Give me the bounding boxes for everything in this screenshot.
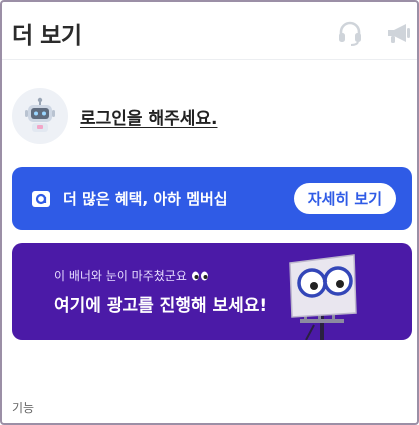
ad-title: 여기에 광고를 진행해 보세요! [54, 296, 268, 316]
membership-logo-icon [32, 190, 50, 207]
billboard-glasses-icon [289, 254, 357, 340]
page-title: 더 보기 [12, 23, 82, 49]
membership-banner[interactable]: 더 많은 혜택, 아하 멤버십 자세히 보기 [12, 167, 412, 230]
more-page: 더 보기 로그인을 해주세요. 더 많은 혜택, 아하 멤버십 자세히 보기 이… [0, 0, 419, 425]
login-prompt[interactable]: 로그인을 해주세요. [12, 88, 218, 144]
headset-icon[interactable] [336, 19, 364, 47]
login-link[interactable]: 로그인을 해주세요. [80, 104, 218, 129]
ad-banner[interactable]: 이 배너와 눈이 마주쳤군요 여기에 광고를 진행해 보세요! [12, 243, 412, 340]
megaphone-icon[interactable] [384, 19, 412, 47]
membership-text: 더 많은 혜택, 아하 멤버십 [63, 190, 228, 208]
ad-subtitle-text: 이 배너와 눈이 마주쳤군요 [54, 269, 187, 283]
view-details-button[interactable]: 자세히 보기 [293, 183, 396, 214]
ad-subtitle: 이 배너와 눈이 마주쳤군요 [54, 267, 209, 284]
features-section-label: 기능 [12, 401, 35, 415]
robot-avatar-icon [12, 88, 68, 144]
eyes-icon [191, 271, 208, 280]
header: 더 보기 [2, 2, 417, 60]
